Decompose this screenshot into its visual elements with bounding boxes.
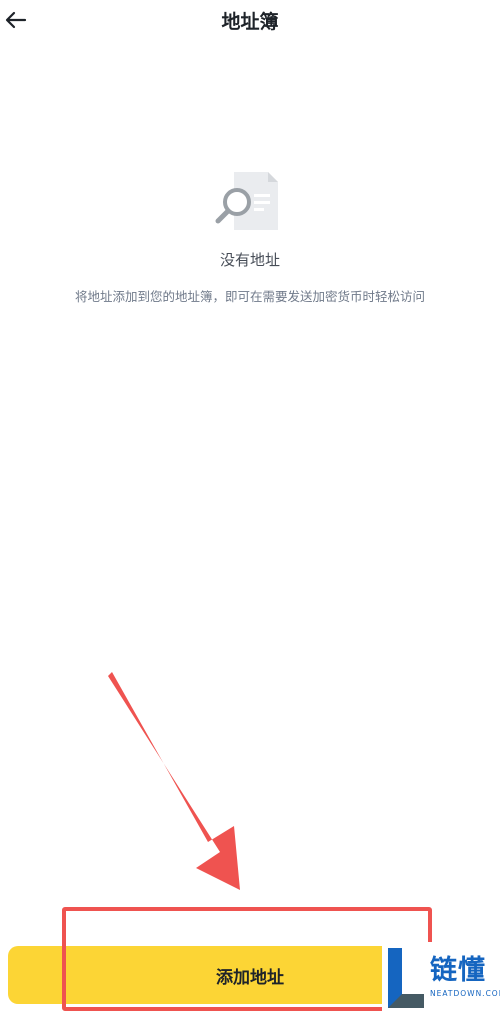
logo-mark-icon xyxy=(388,948,424,1008)
empty-state-title: 没有地址 xyxy=(219,251,280,269)
watermark-brand: 链懂 xyxy=(430,955,486,986)
header-bar: 地址簿 xyxy=(0,0,500,40)
empty-state-description: 将地址添加到您的地址簿，即可在需要发送加密货币时轻松访问 xyxy=(74,289,425,304)
document-search-icon xyxy=(215,172,278,230)
page-title: 地址簿 xyxy=(221,11,279,33)
watermark-domain: NEATDOWN.COM xyxy=(430,989,500,998)
watermark-logo: 链懂 NEATDOWN.COM xyxy=(382,942,500,1016)
annotation-arrow xyxy=(108,672,240,890)
